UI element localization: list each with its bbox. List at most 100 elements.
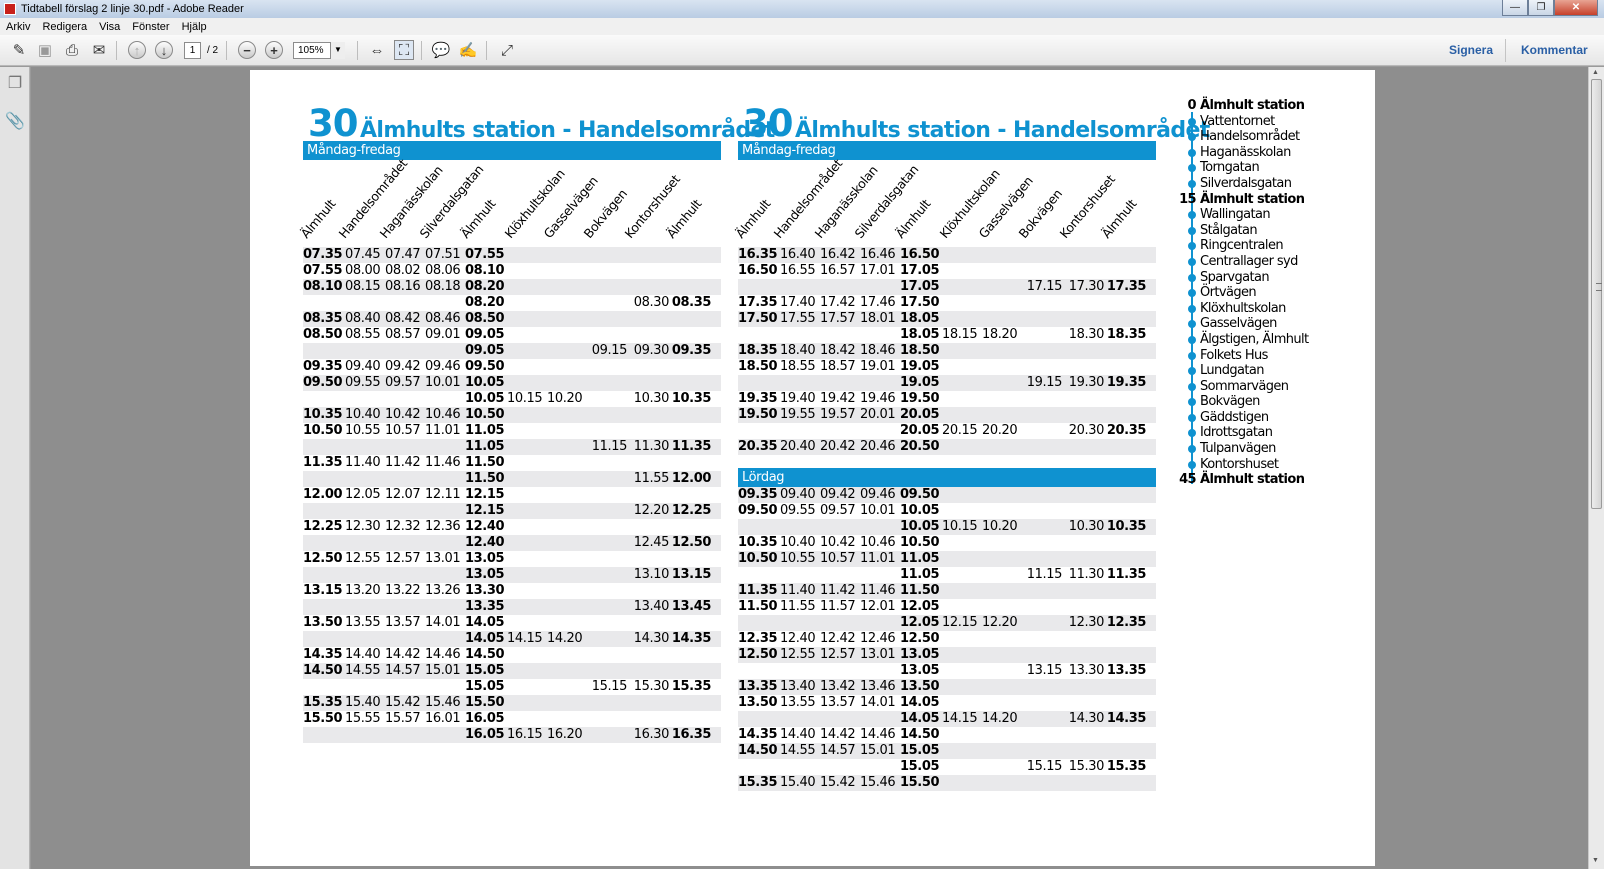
scroll-down-icon[interactable]: ▼ [1592, 857, 1599, 864]
table-cell: 15.55 [345, 711, 381, 726]
table-cell: 10.05 [465, 391, 505, 406]
zoom-out-icon[interactable]: − [237, 40, 257, 60]
table-cell [547, 263, 587, 279]
menu-arkiv[interactable]: Arkiv [6, 21, 30, 33]
stop-name: Torngatan [1200, 160, 1260, 176]
table-cell: 20.05 [900, 423, 940, 438]
table-cell [820, 375, 860, 391]
table-cell [587, 647, 627, 663]
table-cell [669, 663, 711, 679]
highlight-icon[interactable]: ✍ [458, 40, 478, 60]
stop-item: Älgstigen, Älmhult [1180, 332, 1345, 348]
expand-icon[interactable]: ⤢ [497, 40, 517, 60]
stop-minutes: 45 [1179, 472, 1197, 488]
table-cell [669, 695, 711, 711]
table-cell [942, 631, 982, 647]
table-cell: 10.42 [820, 535, 856, 550]
stop-dot-icon [1188, 429, 1196, 438]
minimize-button[interactable]: — [1502, 0, 1528, 16]
menu-hjalp[interactable]: Hjälp [182, 21, 207, 33]
comment-icon[interactable]: 💬 [431, 40, 451, 60]
table-cell: 15.01 [860, 743, 896, 758]
table-row: 18.35 18.40 18.42 18.46 18.50 [738, 343, 1156, 359]
table-cell [982, 631, 1022, 647]
table-row: 19.35 19.40 19.42 19.46 19.50 [738, 391, 1156, 407]
fit-page-icon[interactable]: ⛶ [394, 40, 414, 60]
table-cell [1104, 535, 1146, 551]
table-cell [547, 663, 587, 679]
chevron-down-icon[interactable]: ▼ [330, 42, 345, 59]
table-cell [547, 535, 587, 551]
save-icon[interactable]: ▣ [35, 40, 55, 60]
table-cell [738, 423, 780, 439]
table-cell: 16.40 [780, 247, 816, 262]
pages-icon[interactable]: ❐ [5, 73, 25, 95]
table-cell: 16.55 [780, 263, 816, 278]
previous-page-icon[interactable]: ↑ [127, 40, 147, 60]
table-cell: 18.30 [1068, 327, 1104, 342]
table-cell [1062, 535, 1104, 551]
menu-redigera[interactable]: Redigera [42, 21, 87, 33]
table-cell [587, 695, 627, 711]
table-row: 18.05 18.15 18.20 18.30 18.35 [738, 327, 1156, 343]
email-icon[interactable]: ✉ [89, 40, 109, 60]
table-cell [627, 359, 669, 375]
table-cell [669, 455, 711, 471]
stop-minutes: 15 [1179, 191, 1197, 207]
signera-button[interactable]: Signera [1449, 43, 1493, 57]
table-cell: 09.57 [820, 503, 856, 518]
table-cell: 10.30 [633, 391, 669, 406]
kommentar-button[interactable]: Kommentar [1521, 43, 1588, 57]
scrollbar-thumb[interactable] [1591, 79, 1602, 509]
vertical-scrollbar[interactable]: ▲ ▼ [1588, 67, 1604, 869]
table-cell [942, 535, 982, 551]
print-icon[interactable]: ⎙ [62, 40, 82, 60]
table-row: 11.50 11.55 12.00 [303, 471, 721, 487]
table-row: 12.15 12.20 12.25 [303, 503, 721, 519]
window-controls: — ❐ ✕ [1502, 0, 1598, 16]
attachments-icon[interactable]: 📎 [5, 111, 25, 133]
table-cell [425, 439, 465, 455]
table-cell [507, 439, 547, 455]
scroll-up-icon[interactable]: ▲ [1592, 69, 1599, 76]
table-cell: 13.05 [900, 647, 940, 662]
next-page-icon[interactable]: ↓ [154, 40, 174, 60]
table-cell: 17.05 [900, 263, 940, 278]
table-cell: 13.35 [738, 679, 778, 694]
table-cell [627, 263, 669, 279]
table-cell [507, 551, 547, 567]
stop-item: Sparvgatan [1180, 270, 1345, 286]
table-cell [547, 343, 587, 359]
table-cell [303, 535, 345, 551]
table-row: 10.50 10.55 10.57 11.01 11.05 [738, 551, 1156, 567]
stop-item: Bokvägen [1180, 394, 1345, 410]
table-cell [627, 519, 669, 535]
page-number-input[interactable] [184, 42, 201, 59]
table-cell [385, 503, 425, 519]
table-cell [1022, 327, 1062, 343]
table-cell: 20.05 [900, 407, 940, 422]
table-cell: 13.01 [425, 551, 461, 566]
close-button[interactable]: ✕ [1554, 0, 1598, 16]
create-pdf-icon[interactable]: ✎ [9, 40, 29, 60]
table-cell: 11.50 [465, 471, 505, 486]
table-cell [942, 359, 982, 375]
stop-item: Idrottsgatan [1180, 425, 1345, 441]
table-cell: 12.55 [780, 647, 816, 662]
table-cell: 12.50 [900, 631, 940, 646]
fit-width-icon[interactable]: ⇔ [367, 40, 387, 60]
table-cell: 13.35 [1106, 663, 1146, 678]
table-cell [385, 727, 425, 743]
table-cell: 19.55 [780, 407, 816, 422]
table-row: 17.35 17.40 17.42 17.46 17.50 [738, 295, 1156, 311]
column-header: Älmhult [663, 196, 705, 241]
table-cell [1104, 263, 1146, 279]
menu-visa[interactable]: Visa [99, 21, 120, 33]
menu-fonster[interactable]: Fönster [132, 21, 169, 33]
zoom-in-icon[interactable]: + [264, 40, 284, 60]
table-cell: 12.05 [345, 487, 381, 502]
table-cell [1062, 311, 1104, 327]
table-cell [1022, 519, 1062, 535]
maximize-button[interactable]: ❐ [1528, 0, 1554, 16]
table-cell [627, 423, 669, 439]
